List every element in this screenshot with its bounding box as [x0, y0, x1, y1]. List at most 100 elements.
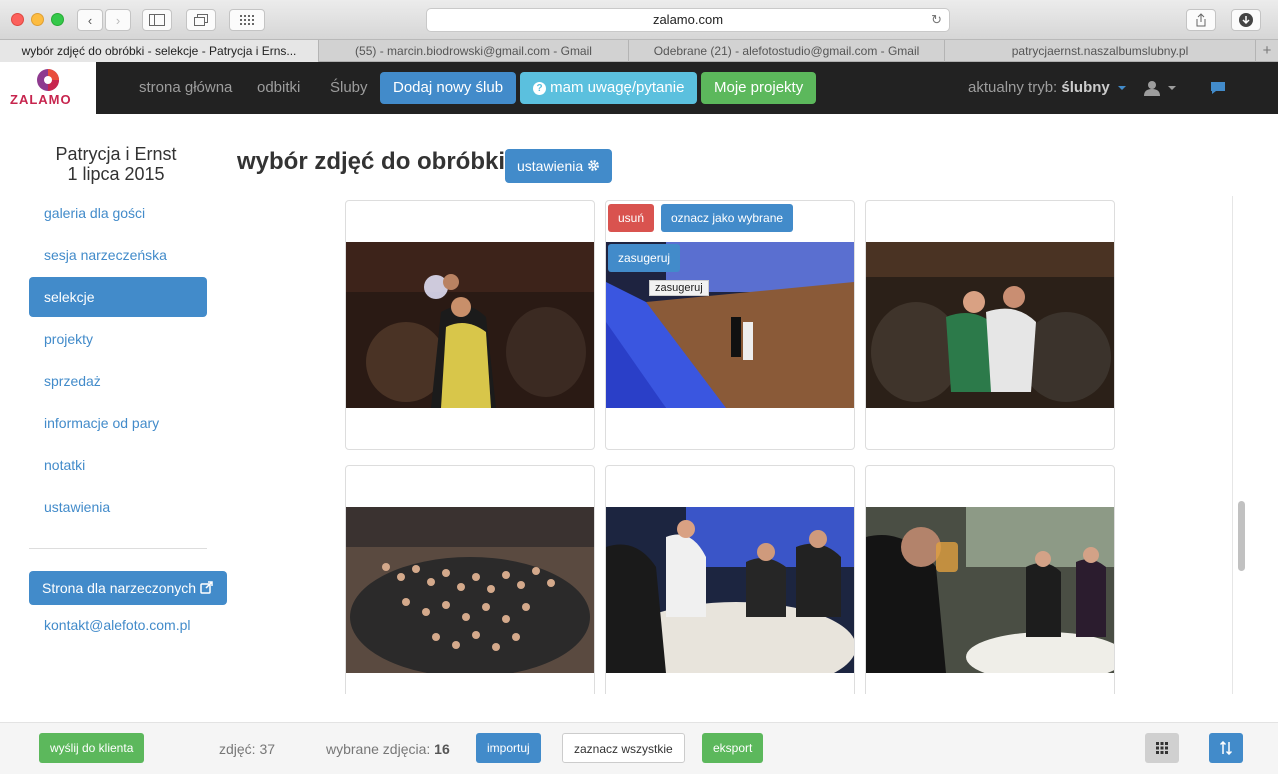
sidebar-icon: [149, 14, 165, 26]
sidebar-item-sales[interactable]: sprzedaż: [29, 361, 207, 401]
address-bar[interactable]: zalamo.com ↻: [426, 8, 950, 32]
sort-icon: [1220, 741, 1232, 755]
browser-toolbar: ‹ › zalamo.com ↻: [0, 0, 1278, 40]
sidebar-toggle-button[interactable]: [142, 9, 172, 31]
couple-name: Patrycja i Ernst: [55, 144, 177, 164]
sidebar-item-settings[interactable]: ustawienia: [29, 487, 207, 527]
question-button[interactable]: ? mam uwagę/pytanie: [520, 72, 698, 104]
sidebar-item-engagement-session[interactable]: sesja narzeczeńska: [29, 235, 207, 275]
new-tab-button[interactable]: +: [1256, 40, 1278, 61]
photo-thumbnail[interactable]: [606, 507, 854, 673]
sidebar-divider: [29, 548, 207, 549]
user-icon: [1144, 81, 1160, 96]
question-button-label: mam uwagę/pytanie: [550, 79, 685, 96]
wedding-date: 1 lipca 2015: [67, 164, 165, 184]
couple-page-button[interactable]: Strona dla narzeczonych: [29, 571, 227, 605]
chevron-left-icon: ‹: [87, 12, 93, 28]
top-sites-button[interactable]: [229, 9, 265, 31]
nav-home-link[interactable]: strona główna: [139, 62, 232, 114]
tabs-icon: [194, 14, 208, 26]
my-projects-button[interactable]: Moje projekty: [701, 72, 817, 104]
download-icon: [1239, 13, 1253, 27]
forward-button[interactable]: ›: [105, 9, 131, 31]
photo-thumbnail[interactable]: [346, 507, 594, 673]
downloads-button[interactable]: [1231, 9, 1261, 31]
sidebar-item-guest-gallery[interactable]: galeria dla gości: [29, 193, 207, 233]
photo-card[interactable]: [865, 200, 1115, 450]
gear-icon: [588, 160, 599, 171]
photo-card[interactable]: [605, 465, 855, 694]
tab-gmail-marcin[interactable]: (55) - marcin.biodrowski@gmail.com - Gma…: [319, 40, 629, 62]
photo-card[interactable]: [345, 465, 595, 694]
external-link-icon: [200, 581, 213, 594]
grid-view-button[interactable]: [1145, 733, 1179, 763]
photos-count-label: zdjęć:: [219, 741, 256, 757]
share-icon: [1196, 13, 1206, 27]
chevron-right-icon: ›: [115, 12, 121, 28]
photos-count: zdjęć: 37: [219, 741, 275, 757]
brand-logo[interactable]: ZALAMO: [0, 62, 96, 114]
close-window-button[interactable]: [11, 13, 24, 26]
user-menu[interactable]: [1144, 80, 1177, 101]
url-text: zalamo.com: [652, 12, 724, 27]
mark-selected-button[interactable]: oznacz jako wybrane: [661, 204, 794, 232]
selected-count-label: wybrane zdjęcia:: [326, 741, 431, 757]
suggest-button[interactable]: zasugeruj: [608, 244, 681, 272]
reload-icon[interactable]: ↻: [931, 9, 942, 31]
nav-prints-link[interactable]: odbitki: [257, 62, 300, 114]
export-button[interactable]: eksport: [702, 733, 764, 763]
mode-value: ślubny: [1061, 79, 1110, 96]
selected-count: wybrane zdjęcia: 16: [326, 741, 450, 757]
sidebar-item-notes[interactable]: notatki: [29, 445, 207, 485]
grid-icon: [240, 15, 254, 25]
tab-gmail-alefotostudio[interactable]: Odebrane (21) - alefotostudio@gmail.com …: [629, 40, 945, 62]
couple-page-label: Strona dla narzeczonych: [42, 580, 197, 596]
photo-card[interactable]: [345, 200, 595, 450]
caret-down-icon: [1117, 86, 1126, 91]
tab-selekcje[interactable]: wybór zdjęć do obróbki - selekcje - Patr…: [0, 40, 319, 62]
nav-weddings-link[interactable]: Śluby: [330, 62, 368, 114]
settings-button-label: ustawienia: [517, 158, 584, 174]
photo-card[interactable]: [865, 465, 1115, 694]
import-button[interactable]: importuj: [476, 733, 541, 763]
sidebar-item-couple-info[interactable]: informacje od pary: [29, 403, 207, 443]
share-button[interactable]: [1186, 9, 1216, 31]
contact-email-link[interactable]: kontakt@alefoto.com.pl: [44, 617, 191, 633]
add-wedding-button[interactable]: Dodaj nowy ślub: [380, 72, 517, 104]
suggest-tooltip: zasugeruj: [649, 280, 709, 296]
photos-count-value: 37: [259, 741, 276, 757]
photo-thumbnail[interactable]: [346, 242, 594, 408]
selected-count-value: 16: [434, 741, 450, 757]
settings-button[interactable]: ustawienia: [505, 149, 613, 183]
chat-icon: [1211, 82, 1225, 94]
back-button[interactable]: ‹: [77, 9, 103, 31]
remove-photo-button[interactable]: usuń: [608, 204, 655, 232]
brand-name: ZALAMO: [10, 92, 72, 107]
content-scrollbar[interactable]: [1232, 196, 1246, 694]
maximize-window-button[interactable]: [51, 13, 64, 26]
sort-button[interactable]: [1209, 733, 1243, 763]
photo-grid: usuń oznacz jako wybrane zasugeruj zasug…: [345, 200, 1245, 694]
tabs-overview-button[interactable]: [186, 9, 216, 31]
mode-dropdown[interactable]: aktualny tryb: ślubny: [968, 62, 1126, 114]
messages-button[interactable]: [1210, 81, 1226, 100]
minimize-window-button[interactable]: [31, 13, 44, 26]
logo-icon: [37, 69, 59, 91]
sidebar-item-selections[interactable]: selekcje: [29, 277, 207, 317]
photo-card[interactable]: usuń oznacz jako wybrane zasugeruj zasug…: [605, 200, 855, 450]
send-to-client-button[interactable]: wyślij do klienta: [39, 733, 145, 763]
scrollbar-thumb[interactable]: [1238, 501, 1245, 571]
photo-thumbnail[interactable]: [866, 507, 1114, 673]
mode-label: aktualny tryb:: [968, 79, 1058, 96]
select-all-button[interactable]: zaznacz wszystkie: [562, 733, 685, 763]
page-title: wybór zdjęć do obróbki: [237, 148, 506, 175]
tab-naszalbumslubny[interactable]: patrycjaernst.naszalbumslubny.pl: [945, 40, 1256, 62]
sidebar-item-projects[interactable]: projekty: [29, 319, 207, 359]
event-title: Patrycja i Ernst 1 lipca 2015: [30, 144, 202, 184]
photo-thumbnail[interactable]: [866, 242, 1114, 408]
action-footer: wyślij do klienta zdjęć: 37 wybrane zdję…: [0, 722, 1278, 774]
app-navbar: ZALAMO strona główna odbitki Śluby Dodaj…: [0, 62, 1278, 114]
question-circle-icon: ?: [533, 82, 546, 95]
caret-down-icon: [1168, 86, 1177, 90]
grid-icon: [1156, 742, 1168, 754]
